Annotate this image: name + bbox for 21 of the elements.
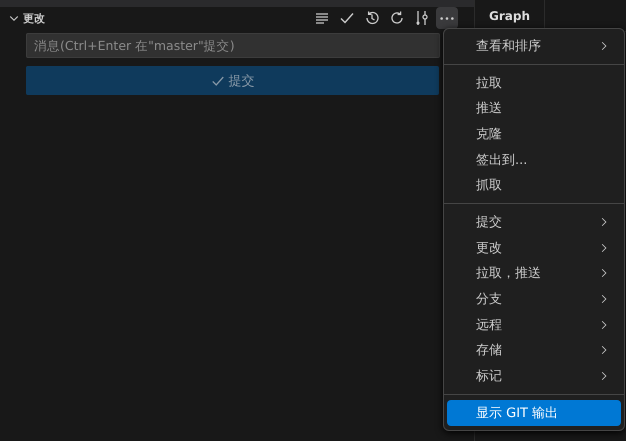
more-icon [440, 16, 454, 20]
menu-item[interactable]: 分支 [447, 286, 621, 312]
history-icon [364, 10, 380, 26]
menu-item[interactable]: 拉取 [447, 70, 621, 96]
refresh-icon [389, 10, 405, 26]
menu-item[interactable]: 拉取，推送 [447, 260, 621, 286]
menu-item[interactable]: 提交 [447, 209, 621, 235]
menu-item[interactable]: 抓取 [447, 172, 621, 198]
checkmark-icon [210, 74, 224, 88]
commit-message-field[interactable]: 消息(Ctrl+Enter 在"master"提交) [26, 33, 440, 58]
menu-item[interactable]: 推送 [447, 95, 621, 122]
menu-item[interactable]: 查看和排序 [447, 33, 621, 59]
menu-item[interactable]: 克隆 [447, 121, 621, 147]
menu-item[interactable]: 远程 [447, 312, 621, 338]
menu-item[interactable]: 显示 GIT 输出 [447, 400, 621, 426]
more-button[interactable] [436, 7, 458, 29]
menu-item[interactable]: 存储 [447, 338, 621, 364]
section-header[interactable]: 更改 [8, 10, 45, 26]
menu-item[interactable]: 更改 [447, 234, 621, 260]
menu-item[interactable]: 标记 [447, 363, 621, 389]
menu-item[interactable]: 签出到... [447, 146, 621, 172]
